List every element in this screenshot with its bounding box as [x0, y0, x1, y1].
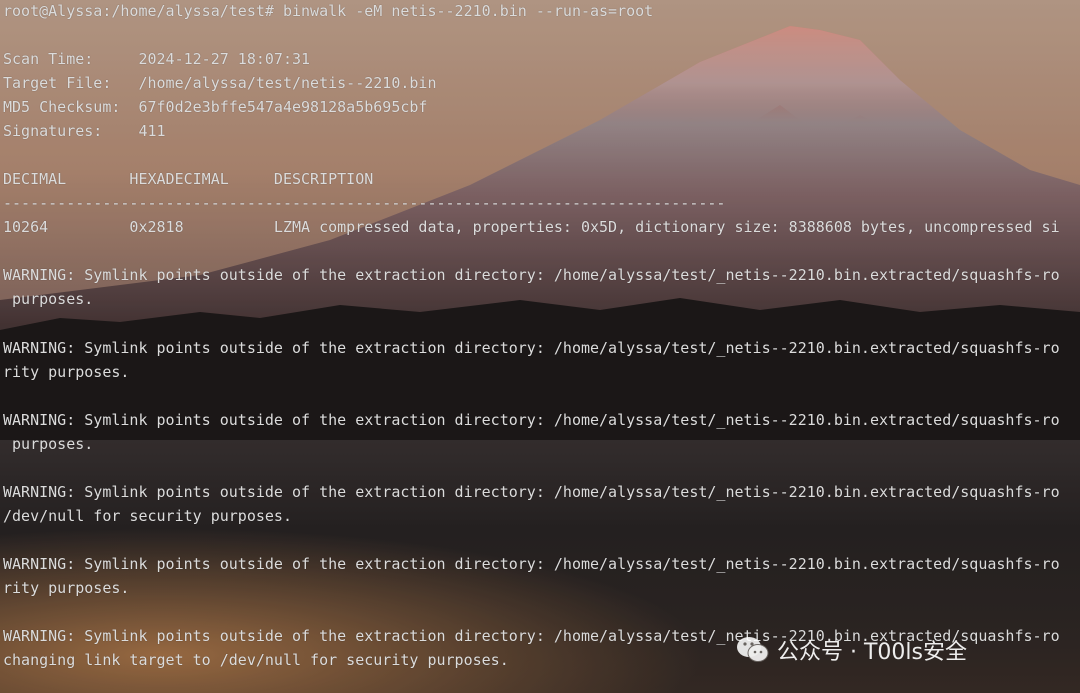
signatures-line: Signatures: 411 [3, 122, 166, 140]
warning-line: WARNING: Symlink points outside of the e… [3, 483, 1060, 501]
lzma-result-line: 10264 0x2818 LZMA compressed data, prope… [3, 218, 1060, 236]
watermark-text: 公众号 · T00ls安全 [777, 640, 967, 665]
warning-line: WARNING: Symlink points outside of the e… [3, 411, 1060, 429]
command-line: root@Alyssa:/home/alyssa/test# binwalk -… [3, 2, 654, 20]
table-divider: ----------------------------------------… [3, 194, 726, 212]
warning-continuation: rity purposes. [3, 363, 130, 381]
warning-continuation: purposes. [3, 290, 94, 308]
scan-time-line: Scan Time: 2024-12-27 18:07:31 [3, 50, 311, 68]
warning-continuation: /dev/null for security purposes. [3, 507, 292, 525]
warning-line: WARNING: Symlink points outside of the e… [3, 266, 1060, 284]
warning-line: WARNING: Symlink points outside of the e… [3, 555, 1060, 573]
terminal-output: root@Alyssa:/home/alyssa/test# binwalk -… [0, 0, 1080, 693]
table-header: DECIMAL HEXADECIMAL DESCRIPTION [3, 170, 374, 188]
md5-line: MD5 Checksum: 67f0d2e3bffe547a4e98128a5b… [3, 98, 428, 116]
warning-continuation: changing link target to /dev/null for se… [3, 651, 509, 669]
warning-continuation: rity purposes. [3, 579, 130, 597]
wechat-icon [737, 637, 769, 662]
warning-line: WARNING: Symlink points outside of the e… [3, 339, 1060, 357]
warning-continuation: purposes. [3, 435, 94, 453]
target-file-line: Target File: /home/alyssa/test/netis--22… [3, 74, 437, 92]
wechat-watermark: 公众号 · T00ls安全 [735, 634, 967, 666]
